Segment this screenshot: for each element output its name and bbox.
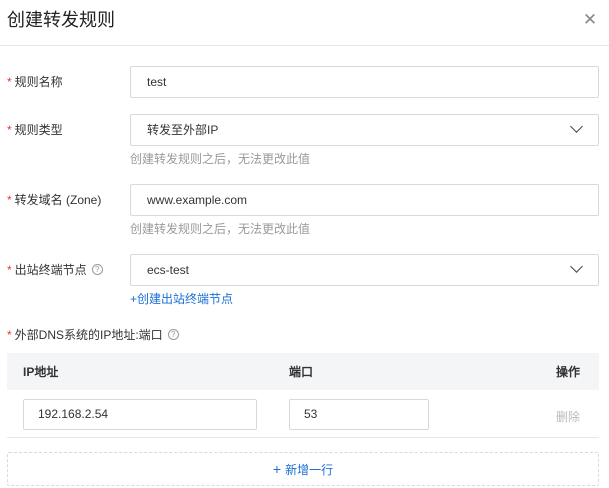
zone-label: * 转发域名 (Zone)	[7, 193, 102, 207]
outbound-node-label: * 出站终端节点?	[7, 262, 103, 278]
ip-column-header: IP地址	[23, 365, 59, 379]
close-icon[interactable]: ✕	[579, 9, 601, 31]
rule-type-hint: 创建转发规则之后，无法更改此值	[130, 152, 311, 166]
required-mark: *	[7, 75, 12, 89]
required-mark: *	[7, 263, 12, 277]
chevron-down-icon	[570, 120, 583, 133]
delete-button[interactable]: 删除	[556, 409, 580, 425]
dialog-header: 创建转发规则 ✕	[0, 0, 609, 46]
table-row: 192.168.2.54 53 删除	[7, 390, 599, 438]
table-header: IP地址 端口 操作	[7, 353, 599, 390]
plus-icon: +	[272, 461, 282, 477]
required-mark: *	[7, 193, 12, 207]
external-dns-label: * 外部DNS系统的IP地址:端口?	[7, 327, 179, 343]
rule-type-select[interactable]: 转发至外部IP	[130, 114, 599, 146]
zone-hint: 创建转发规则之后，无法更改此值	[130, 222, 311, 236]
outbound-node-select[interactable]: ecs-test	[130, 254, 599, 286]
rule-type-value: 转发至外部IP	[147, 123, 219, 137]
rule-type-label: * 规则类型	[7, 123, 63, 137]
rule-name-label: * 规则名称	[7, 75, 63, 89]
add-row-button[interactable]: + 新增一行	[7, 452, 599, 486]
outbound-node-value: ecs-test	[147, 263, 190, 277]
actions-column-header: 操作	[556, 365, 581, 379]
required-mark: *	[7, 328, 12, 342]
rule-name-input[interactable]: test	[130, 66, 599, 98]
help-icon[interactable]: ?	[167, 329, 179, 341]
add-row-label: 新增一行	[285, 463, 334, 477]
ip-input[interactable]: 192.168.2.54	[23, 399, 257, 430]
zone-input[interactable]: www.example.com	[130, 184, 599, 216]
create-outbound-node-link[interactable]: +创建出站终端节点	[130, 291, 233, 307]
port-input[interactable]: 53	[289, 399, 429, 430]
chevron-down-icon	[570, 260, 583, 273]
port-column-header: 端口	[289, 365, 314, 379]
required-mark: *	[7, 123, 12, 137]
dialog-title: 创建转发规则	[7, 10, 115, 30]
help-icon[interactable]: ?	[91, 264, 103, 276]
